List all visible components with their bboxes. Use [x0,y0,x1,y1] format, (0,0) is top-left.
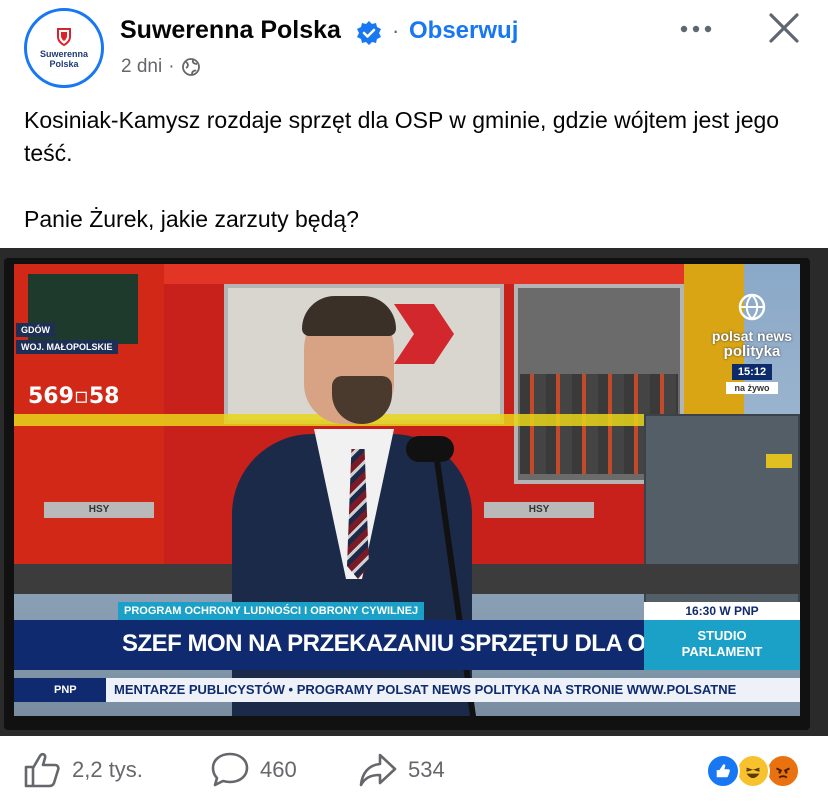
likes-count: 2,2 tys. [72,757,143,782]
follow-button[interactable]: Obserwuj [409,17,518,45]
comment-button[interactable]: 460 [210,750,297,790]
comments-count: 460 [260,757,297,782]
post-header: Suwerenna Polska Suwerenna Polska · Obse… [0,0,828,96]
post-photo[interactable]: 569▫58 HSY HSY GDÓW WOJ. MAŁOPOLSKIE pol… [0,248,828,736]
channel-logo: polsat news polityka 15:12 na żywo [704,292,800,394]
tv-screen: 569▫58 HSY HSY GDÓW WOJ. MAŁOPOLSKIE pol… [14,264,800,716]
next-program-line-1: STUDIO [697,628,747,643]
next-program-line-2: PARLAMENT [681,644,763,659]
lower-third-kicker: PROGRAM OCHRONY LUDNOŚCI I OBRONY CYWILN… [118,602,425,620]
post-meta: 2 dni · [121,56,201,78]
location-region: WOJ. MAŁOPOLSKIE [16,340,118,354]
party-logo-icon [57,28,71,47]
verified-badge-icon [357,21,381,45]
meta-separator: · [168,56,175,77]
post-actions: 2,2 tys. 460 534 [0,740,828,804]
live-badge: na żywo [726,382,778,394]
page-avatar[interactable]: Suwerenna Polska [24,8,104,88]
separator-dot: · [392,18,400,43]
comment-icon [211,752,249,787]
channel-sub: polityka [723,343,781,360]
angry-reaction-icon [766,754,800,788]
location-town: GDÓW [16,323,55,337]
close-icon[interactable] [766,10,802,46]
thumbs-up-icon [24,752,60,788]
next-program-time: 16:30 W PNP [644,602,800,620]
like-button[interactable]: 2,2 tys. [22,750,143,790]
more-icon[interactable] [676,14,716,44]
location-badges: GDÓW WOJ. MAŁOPOLSKIE [16,320,118,354]
share-button[interactable]: 534 [358,750,445,790]
news-ticker: PNP MENTARZE PUBLICYSTÓW • PROGRAMY POLS… [14,678,800,702]
microphone [406,436,454,462]
post-text-line-1: Kosiniak-Kamysz rozdaje sprzęt dla OSP w… [24,107,780,166]
page-name[interactable]: Suwerenna Polska [120,16,341,45]
polsat-globe-icon [738,293,766,321]
avatar-text: Suwerenna Polska [39,49,88,69]
reactions-summary[interactable] [706,754,810,788]
hsy-plate: HSY [44,502,154,518]
truck-chevron-decal [394,304,454,364]
haha-reaction-icon [736,754,770,788]
like-reaction-icon [706,754,740,788]
channel-name: polsat news [711,328,793,344]
channel-clock: 15:12 [731,364,773,380]
truck-unit-number: 569▫58 [28,384,120,409]
hsy-plate: HSY [484,502,594,518]
next-program: STUDIO PARLAMENT [644,620,800,670]
post-text-line-2: Panie Żurek, jakie zarzuty będą? [24,206,359,232]
share-icon [359,753,397,787]
shares-count: 534 [408,757,445,782]
post-timestamp[interactable]: 2 dni [121,56,162,78]
ticker-tag: PNP [14,678,106,702]
ticker-text: MENTARZE PUBLICYSTÓW • PROGRAMY POLSAT N… [114,682,737,697]
globe-icon [181,58,200,76]
post-text: Kosiniak-Kamysz rozdaje sprzęt dla OSP w… [24,104,814,236]
